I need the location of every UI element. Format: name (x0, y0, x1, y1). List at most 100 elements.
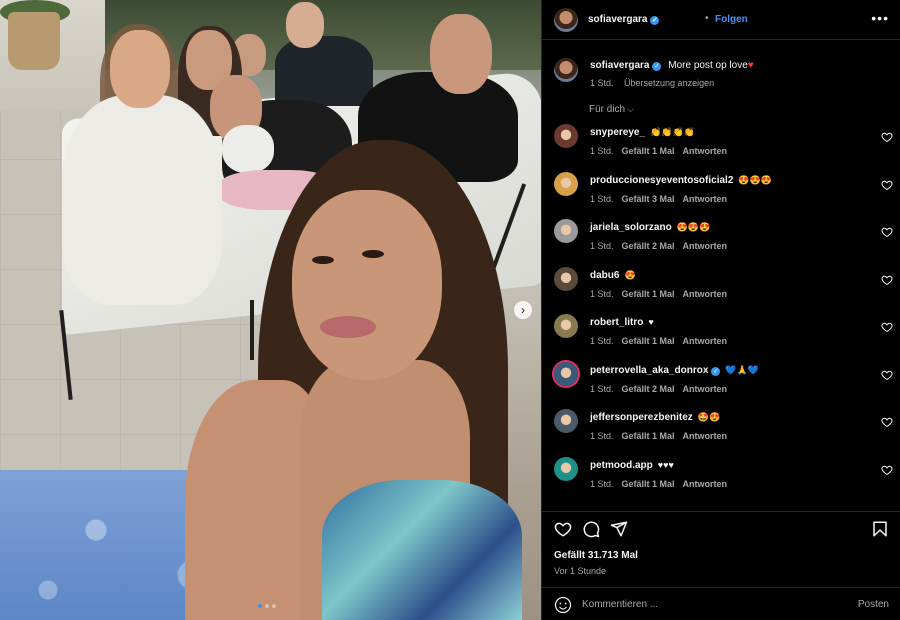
translate-link[interactable]: Übersetzung anzeigen (624, 78, 714, 88)
reply-button[interactable]: Antworten (683, 384, 728, 394)
reply-button[interactable]: Antworten (683, 479, 728, 489)
comment-row: jariela_solorzano 😍😍😍 1 Std. Gefällt 2 Mal A… (542, 217, 900, 264)
carousel-dot (265, 604, 269, 608)
comment-username[interactable]: petmood.app (590, 460, 653, 471)
verified-badge-icon: ✓ (711, 366, 721, 376)
post-comment-button[interactable]: Posten (858, 599, 889, 610)
comment-time: 1 Std. (590, 288, 614, 299)
avatar[interactable] (554, 266, 578, 291)
comment-row: peterrovella_aka_donrox ✓ 💙🙏💙 1 Std. Gefällt… (542, 360, 900, 407)
person-head (110, 30, 170, 108)
comment-text: 🤩😍 (697, 412, 721, 422)
heart-icon[interactable] (881, 464, 893, 476)
reply-button[interactable]: Antworten (683, 336, 728, 346)
comment-username[interactable]: jeffersonperezbenitez (590, 412, 693, 423)
avatar[interactable] (554, 8, 578, 32)
comment-likes[interactable]: Gefällt 1 Mal (622, 431, 675, 441)
person-body (62, 95, 222, 305)
carousel-dot (258, 604, 262, 608)
comment-likes[interactable]: Gefällt 2 Mal (622, 384, 675, 394)
comment-time: 1 Std. (590, 383, 614, 394)
comment-row: jeffersonperezbenitez 🤩😍 1 Std. Gefällt 1 M… (542, 407, 900, 454)
comment-line: peterrovella_aka_donrox ✓ 💙🙏💙 (590, 365, 759, 376)
caption-meta: 1 Std. Übersetzung anzeigen (590, 78, 714, 88)
more-options-icon[interactable]: ••• (871, 10, 889, 26)
comment-text: ♥ (648, 317, 654, 327)
comment-likes[interactable]: Gefällt 3 Mal (622, 194, 675, 204)
comment-time: 1 Std. (590, 431, 614, 441)
chair-leg (250, 300, 254, 360)
reply-button[interactable]: Antworten (683, 431, 728, 441)
post-timestamp: Vor 1 Stunde (554, 566, 607, 576)
emoji-icon[interactable] (554, 596, 572, 614)
follow-button[interactable]: Folgen (715, 14, 748, 25)
comment-sort-dropdown[interactable]: Für dich ⌵ (589, 104, 634, 115)
reply-button[interactable]: Antworten (683, 241, 728, 251)
post-author-username[interactable]: sofiavergara ✓ (588, 14, 660, 25)
post-side-panel: sofiavergara ✓ • Folgen ••• sofiavergara ✓… (541, 0, 900, 620)
heart-icon[interactable] (881, 369, 893, 381)
likes-count[interactable]: Gefällt 31.713 Mal (554, 550, 638, 561)
person-head (286, 2, 324, 48)
heart-icon[interactable] (554, 520, 572, 538)
comment-likes[interactable]: Gefällt 1 Mal (622, 289, 675, 299)
avatar[interactable] (554, 314, 578, 338)
heart-icon[interactable] (881, 131, 893, 143)
comment-line: snypereye_ 👏👏👏👏 (590, 127, 695, 138)
heart-icon[interactable] (881, 321, 893, 333)
eye (362, 250, 384, 258)
red-heart-icon: ♥ (747, 60, 754, 71)
chevron-down-icon: ⌵ (627, 104, 634, 114)
comment-text: 😍😍😍 (676, 222, 711, 232)
caption-line: sofiavergara ✓ More post op love♥ (590, 60, 754, 71)
post-photo[interactable]: › (0, 0, 541, 620)
bookmark-icon[interactable] (871, 520, 889, 538)
comment-username[interactable]: jariela_solorzano (590, 222, 672, 233)
heart-icon[interactable] (881, 274, 893, 286)
comment-username[interactable]: dabu6 (590, 270, 619, 281)
eye (312, 256, 334, 264)
comment-time: 1 Std. (590, 478, 614, 489)
comment-text: 😍 (624, 269, 636, 280)
reply-button[interactable]: Antworten (683, 194, 728, 204)
comment-time: 1 Std. (590, 241, 614, 251)
comment-likes[interactable]: Gefällt 2 Mal (622, 241, 675, 251)
verified-badge-icon: ✓ (652, 62, 662, 71)
avatar[interactable] (554, 219, 578, 243)
avatar[interactable] (554, 456, 578, 481)
comment-likes[interactable]: Gefällt 1 Mal (622, 479, 675, 489)
comment-meta: 1 Std. Gefällt 2 Mal Antworten (590, 384, 727, 394)
comment-username[interactable]: robert_litro (590, 317, 643, 328)
comment-line: produccionesyeventosoficial2 😍😍😍 (590, 175, 772, 186)
comment-likes[interactable]: Gefällt 1 Mal (622, 336, 675, 346)
reply-button[interactable]: Antworten (683, 146, 728, 156)
comment-likes[interactable]: Gefällt 1 Mal (622, 146, 675, 156)
avatar[interactable] (554, 171, 578, 196)
post-header: sofiavergara ✓ • Folgen ••• (542, 0, 900, 40)
heart-icon[interactable] (881, 179, 893, 191)
comment-list[interactable]: snypereye_ 👏👏👏👏 1 Std. Gefällt 1 Mal Antwort… (542, 122, 900, 512)
comment-text: 💙🙏💙 (725, 364, 760, 375)
comment-username[interactable]: snypereye_ (590, 127, 645, 138)
comment-icon[interactable] (582, 520, 600, 538)
instagram-post-view: › sofiavergara ✓ • Folgen ••• sofiavergar… (0, 0, 900, 620)
username-text[interactable]: sofiavergara (588, 14, 647, 25)
post-actions: Gefällt 31.713 Mal Vor 1 Stunde Posten (542, 511, 900, 620)
carousel-next-button[interactable]: › (514, 301, 532, 319)
avatar[interactable] (554, 361, 578, 386)
avatar[interactable] (554, 124, 578, 148)
comment-line: petmood.app ♥♥♥ (590, 460, 674, 471)
avatar[interactable] (554, 409, 578, 433)
planter (8, 12, 60, 70)
avatar[interactable] (554, 58, 578, 82)
heart-icon[interactable] (881, 416, 893, 428)
person-body (275, 36, 373, 106)
heart-icon[interactable] (881, 226, 893, 238)
comment-username[interactable]: peterrovella_aka_donrox (590, 365, 708, 376)
comment-input[interactable] (582, 594, 842, 614)
reply-button[interactable]: Antworten (683, 289, 728, 299)
caption-username[interactable]: sofiavergara (590, 60, 649, 71)
share-icon[interactable] (610, 520, 628, 538)
comment-row: robert_litro ♥ 1 Std. Gefällt 1 Mal Antworte… (542, 312, 900, 359)
comment-username[interactable]: produccionesyeventosoficial2 (590, 175, 733, 186)
